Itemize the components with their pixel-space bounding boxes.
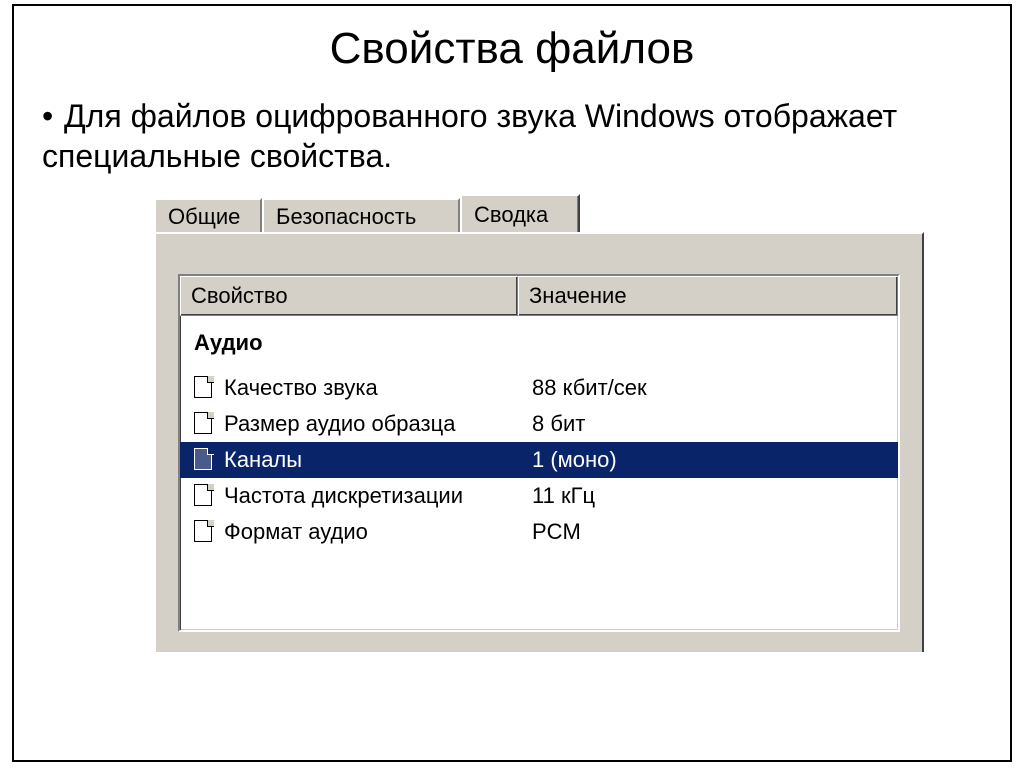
bullet-marker: •	[42, 96, 64, 136]
properties-listview[interactable]: Свойство Значение Аудио Качество звука 8…	[178, 274, 900, 632]
prop-value: 1 (моно)	[532, 447, 898, 473]
prop-label: Частота дискретизации	[224, 483, 532, 509]
column-value[interactable]: Значение	[518, 276, 898, 316]
tab-panel: Свойство Значение Аудио Качество звука 8…	[154, 232, 924, 652]
properties-dialog: Общие Безопасность Сводка Свойство Значе…	[154, 194, 924, 652]
list-item[interactable]: Качество звука 88 кбит/сек	[180, 370, 898, 406]
list-item[interactable]: Формат аудио PCM	[180, 514, 898, 550]
list-item[interactable]: Частота дискретизации 11 кГц	[180, 478, 898, 514]
bullet-text: Для файлов оцифрованного звука Windows о…	[42, 98, 897, 174]
prop-value: PCM	[532, 519, 898, 545]
page-icon	[194, 412, 214, 436]
listview-header: Свойство Значение	[180, 276, 898, 316]
listview-body: Аудио Качество звука 88 кбит/сек Размер …	[180, 316, 898, 550]
prop-value: 8 бит	[532, 411, 898, 437]
prop-value: 11 кГц	[532, 483, 898, 509]
prop-label: Формат аудио	[224, 519, 532, 545]
column-property[interactable]: Свойство	[180, 276, 518, 316]
page-icon	[194, 520, 214, 544]
page-icon	[194, 376, 214, 400]
prop-label: Размер аудио образца	[224, 411, 532, 437]
page-icon	[194, 484, 214, 508]
tab-security[interactable]: Безопасность	[262, 198, 460, 232]
slide-frame: Свойства файлов •Для файлов оцифрованног…	[12, 4, 1012, 762]
tab-general[interactable]: Общие	[154, 198, 262, 232]
list-item[interactable]: Размер аудио образца 8 бит	[180, 406, 898, 442]
group-audio: Аудио	[180, 324, 898, 370]
prop-label: Каналы	[224, 447, 532, 473]
page-icon	[194, 448, 214, 472]
prop-value: 88 кбит/сек	[532, 375, 898, 401]
bullet-item: •Для файлов оцифрованного звука Windows …	[42, 96, 1010, 176]
tab-summary[interactable]: Сводка	[460, 194, 580, 232]
slide-title: Свойства файлов	[14, 24, 1010, 74]
list-item[interactable]: Каналы 1 (моно)	[180, 442, 898, 478]
prop-label: Качество звука	[224, 375, 532, 401]
tab-strip: Общие Безопасность Сводка	[154, 194, 924, 232]
